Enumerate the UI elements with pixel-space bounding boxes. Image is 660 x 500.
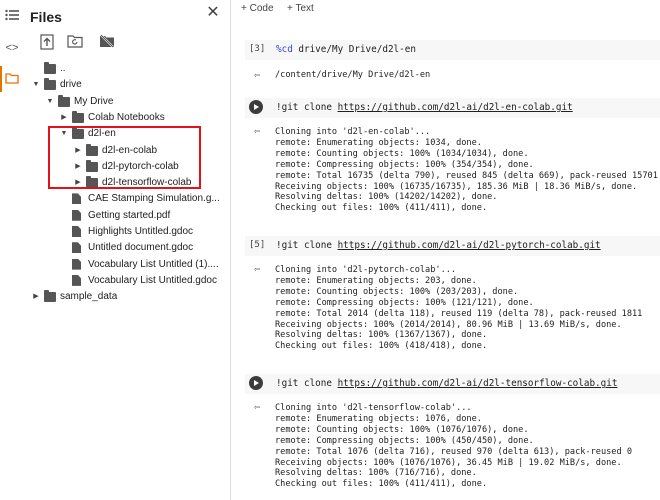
file-icon	[72, 274, 81, 286]
file-icon	[72, 242, 81, 254]
output-icon[interactable]: ⇦	[254, 126, 266, 138]
tree-item-label: Getting started.pdf	[88, 209, 171, 221]
file-icon	[72, 226, 81, 237]
folder-item[interactable]: ▶ Colab Notebooks	[24, 110, 230, 126]
table-of-contents-icon[interactable]	[4, 9, 20, 25]
output-icon[interactable]: ⇦	[254, 264, 266, 276]
file-item[interactable]: Vocabulary List Untitled (1)....	[24, 257, 230, 273]
collapse-arrow-icon[interactable]: ▼	[32, 77, 40, 93]
folder-item[interactable]: ▶ sample_data	[24, 289, 230, 305]
code-input[interactable]: [5] !git clone https://github.com/d2l-ai…	[245, 236, 660, 256]
output-icon[interactable]: ⇦	[254, 70, 266, 82]
folder-icon[interactable]	[4, 72, 20, 88]
run-cell-button[interactable]	[249, 100, 263, 114]
cell-output: Cloning into 'd2l-en-colab'... remote: E…	[275, 127, 658, 214]
notebook-toolbar: + Code + Text	[236, 0, 660, 18]
magic-command: %cd	[276, 44, 293, 55]
close-icon[interactable]: ✕	[204, 4, 222, 22]
file-item[interactable]: CAE Stamping Simulation.g...	[24, 191, 230, 207]
expand-arrow-icon[interactable]: ▶	[32, 289, 40, 305]
tree-item-label: Vocabulary List Untitled.gdoc	[88, 274, 217, 286]
tree-item-label: CAE Stamping Simulation.g...	[88, 193, 220, 205]
tree-item-label: ..	[60, 63, 66, 74]
tree-item-label: Vocabulary List Untitled (1)....	[88, 258, 219, 270]
cell-output: Cloning into 'd2l-pytorch-colab'... remo…	[275, 265, 643, 352]
folder-icon	[44, 62, 56, 74]
tree-item-label: Highlights Untitled.gdoc	[88, 226, 194, 237]
highlight-annotation	[48, 126, 201, 189]
add-code-button[interactable]: + Code	[241, 3, 274, 14]
file-icon	[72, 209, 81, 221]
code-text: !git clone	[276, 240, 338, 251]
output-icon[interactable]: ⇦	[254, 402, 266, 414]
code-text: !git clone	[276, 102, 338, 113]
code-input[interactable]: !git clone https://github.com/d2l-ai/d2l…	[245, 98, 660, 118]
run-cell-button[interactable]	[249, 376, 263, 390]
code-input[interactable]: [3] %cd drive/My Drive/d2l-en	[245, 40, 660, 60]
repo-link[interactable]: https://github.com/d2l-ai/d2l-tensorflow…	[338, 378, 618, 389]
file-item[interactable]: Highlights Untitled.gdoc	[24, 224, 230, 240]
refresh-folder-icon[interactable]	[67, 34, 83, 50]
unmount-drive-icon[interactable]	[99, 34, 115, 50]
left-rail: <>	[0, 0, 24, 500]
code-text: !git clone	[276, 378, 338, 389]
tree-item-label: Untitled document.gdoc	[88, 242, 194, 254]
repo-link[interactable]: https://github.com/d2l-ai/d2l-pytorch-co…	[338, 240, 601, 251]
file-icon	[72, 258, 81, 270]
code-text: drive/My Drive/d2l-en	[292, 44, 416, 55]
file-item[interactable]: Getting started.pdf	[24, 208, 230, 224]
file-item[interactable]: Vocabulary List Untitled.gdoc	[24, 273, 230, 289]
expand-arrow-icon[interactable]: ▶	[60, 110, 68, 126]
tree-item-label: drive	[60, 79, 82, 91]
code-snippets-icon[interactable]: <>	[4, 40, 20, 56]
tree-item-label: Colab Notebooks	[88, 111, 165, 123]
folder-item[interactable]: ▼ drive	[24, 77, 230, 93]
folder-icon	[72, 110, 84, 123]
add-text-button[interactable]: + Text	[287, 3, 314, 14]
folder-item[interactable]: ▼ My Drive	[24, 94, 230, 110]
folder-icon	[58, 94, 70, 107]
files-panel-title: Files	[30, 9, 62, 25]
tree-item-label: My Drive	[74, 95, 114, 107]
folder-item[interactable]: ..	[24, 61, 230, 77]
upload-icon[interactable]	[40, 34, 56, 50]
execution-count: [3]	[249, 44, 266, 54]
code-input[interactable]: !git clone https://github.com/d2l-ai/d2l…	[245, 374, 660, 394]
cell-output: Cloning into 'd2l-tensorflow-colab'... r…	[275, 403, 632, 490]
execution-count: [5]	[249, 240, 266, 250]
folder-icon	[44, 290, 56, 303]
file-icon	[72, 193, 81, 205]
repo-link[interactable]: https://github.com/d2l-ai/d2l-en-colab.g…	[338, 102, 573, 113]
tree-item-label: sample_data	[60, 291, 118, 303]
cell-output: /content/drive/My Drive/d2l-en	[275, 70, 431, 80]
active-tab-indicator	[0, 66, 2, 92]
folder-icon	[44, 78, 56, 91]
collapse-arrow-icon[interactable]: ▼	[46, 94, 54, 110]
files-panel: Files ✕ .. ▼ drive ▼ My Drive ▶ Colab Notebook…	[24, 0, 231, 500]
file-item[interactable]: Untitled document.gdoc	[24, 240, 230, 256]
